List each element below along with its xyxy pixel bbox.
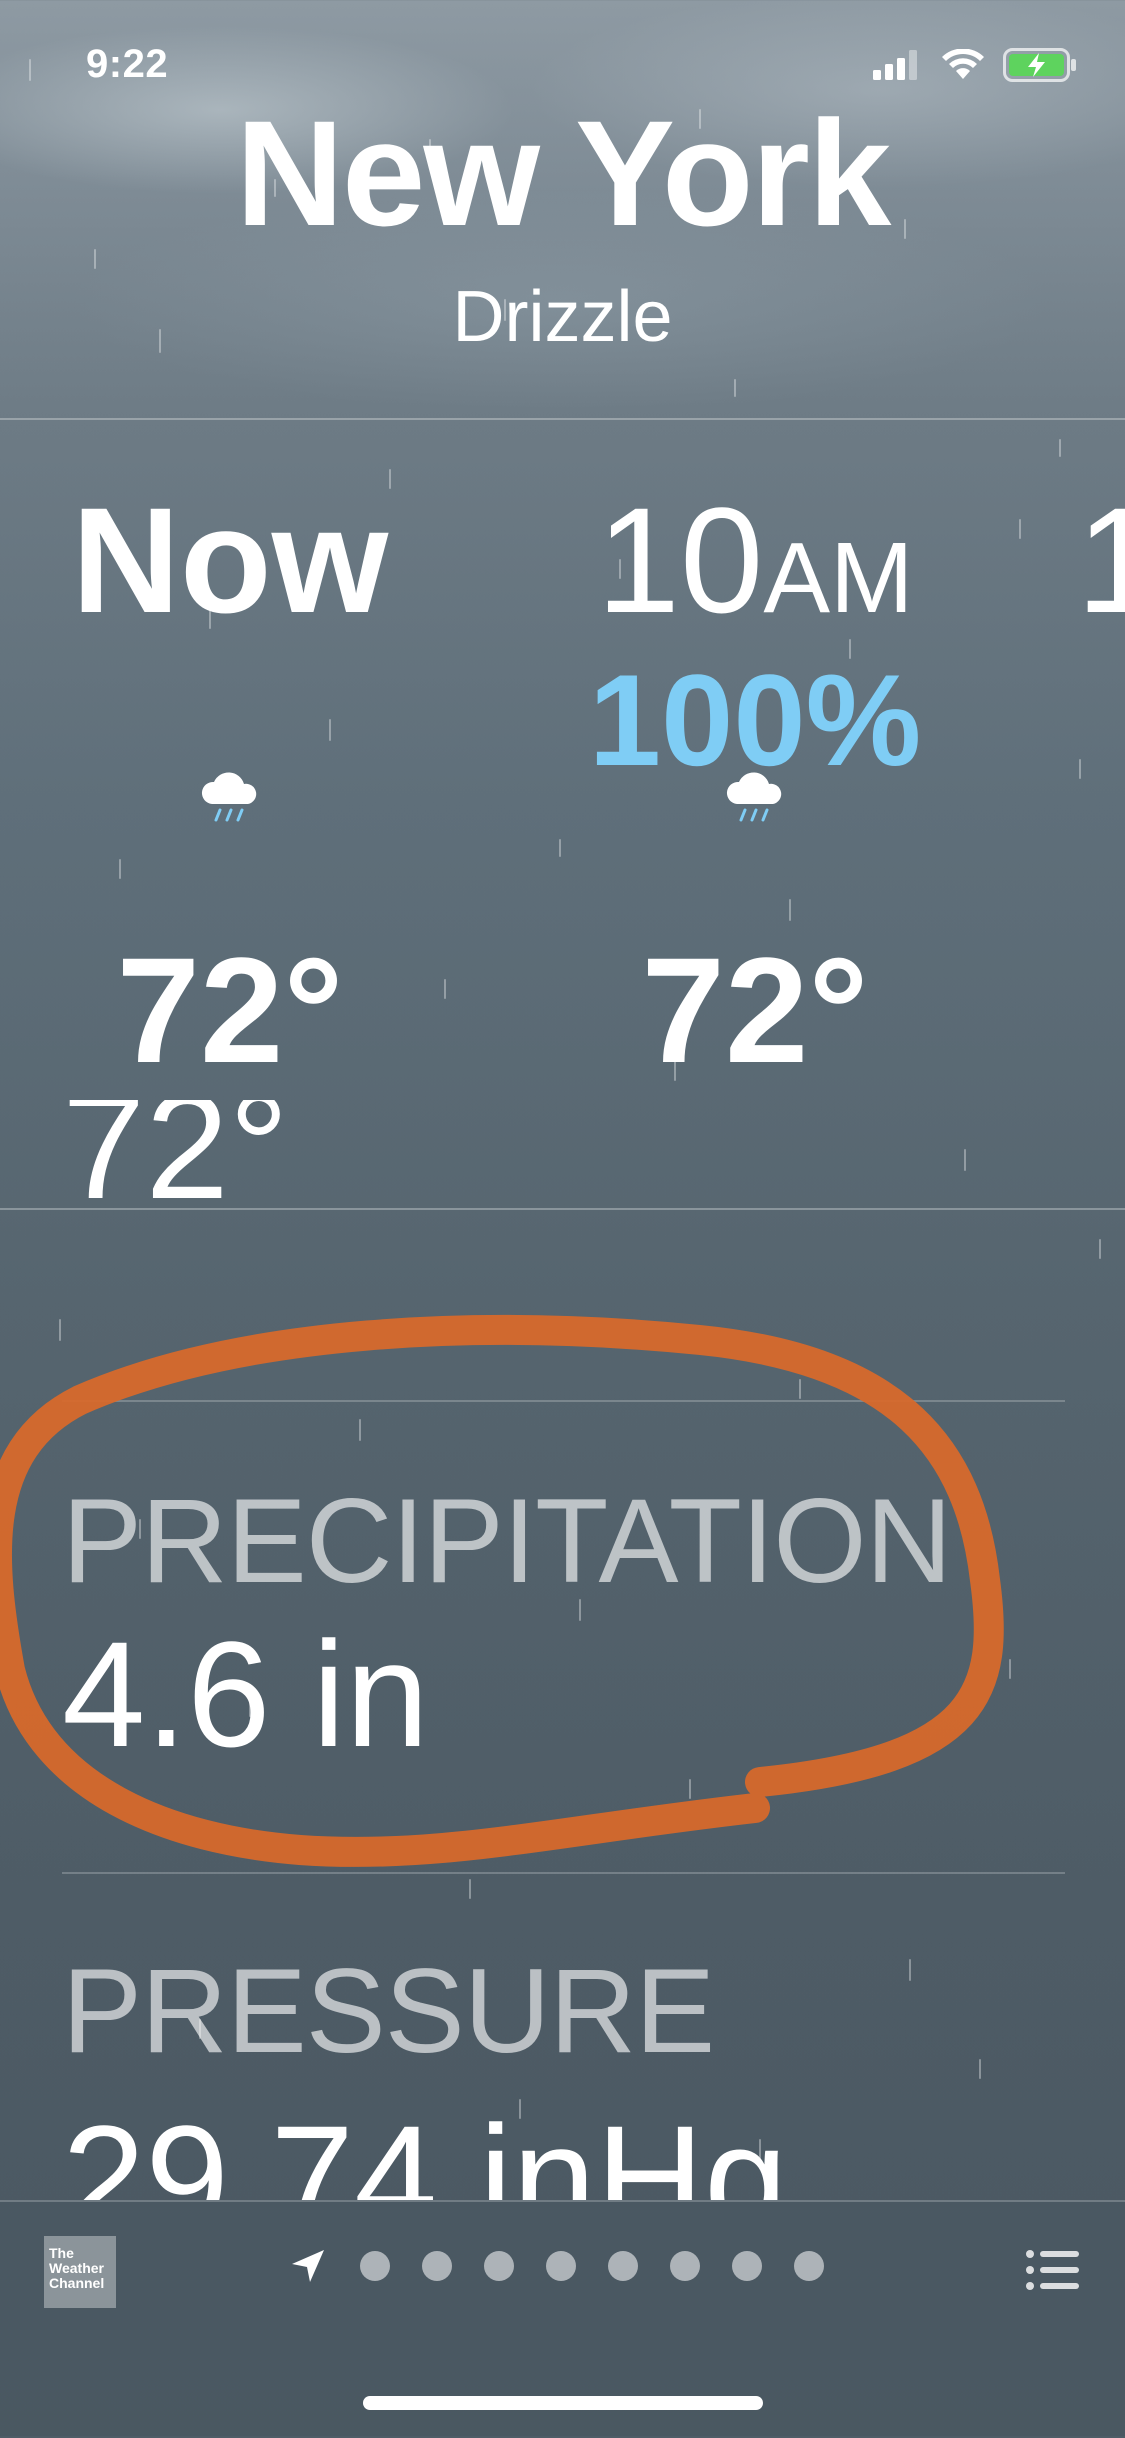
rain-cloud-icon	[726, 772, 782, 822]
page-dot[interactable]	[546, 2251, 576, 2281]
hourly-item-10am: 10AM 100% 72°	[565, 420, 945, 1210]
precipitation-label: PRECIPITATION	[62, 1474, 952, 1608]
pressure-label: PRESSURE	[62, 1944, 715, 2078]
hour-label: 1	[928, 480, 1125, 640]
wifi-icon	[942, 49, 984, 79]
precip-probability: 100%	[588, 647, 922, 793]
hour-label: Now	[40, 480, 420, 640]
status-time: 9:22	[86, 42, 169, 86]
logo-line: Channel	[49, 2275, 105, 2291]
logo-line: Weather	[49, 2260, 104, 2276]
list-icon[interactable]	[1025, 2248, 1079, 2292]
page-indicator[interactable]	[288, 2246, 824, 2286]
logo-line: The	[49, 2245, 74, 2261]
page-dot[interactable]	[608, 2251, 638, 2281]
home-indicator[interactable]	[363, 2396, 763, 2410]
city-name: New York	[235, 89, 892, 257]
hour-temp: 72°	[116, 926, 344, 1094]
page-dot[interactable]	[794, 2251, 824, 2281]
hour-icon-wrap	[40, 770, 420, 826]
hour-temp: 72°	[641, 926, 869, 1094]
weather-channel-logo[interactable]: The Weather Channel	[44, 2236, 116, 2308]
hour-icon-wrap	[565, 770, 945, 826]
location-arrow-icon[interactable]	[288, 2246, 328, 2286]
hour-time: 1	[1076, 476, 1125, 644]
pressure-value-clip: 29.74 inHg	[0, 2080, 1125, 2200]
hourly-item-now: Now 72°	[40, 420, 420, 1210]
precipitation-value: 4.6 in	[62, 1610, 429, 1778]
page-dot[interactable]	[360, 2251, 390, 2281]
partial-temp-value: 72°	[62, 1100, 289, 1230]
page-dot[interactable]	[422, 2251, 452, 2281]
hourly-item-next-partial: 1	[928, 420, 1125, 1210]
battery-charging-icon	[1003, 48, 1076, 82]
hour-time: Now	[71, 476, 389, 644]
rain-cloud-icon	[201, 772, 257, 822]
page-dot[interactable]	[732, 2251, 762, 2281]
hour-label: 10AM	[565, 480, 945, 658]
page-dot[interactable]	[484, 2251, 514, 2281]
hour-suffix: AM	[763, 522, 914, 634]
signal-icon	[873, 50, 917, 80]
partial-temperature-row: 72°	[62, 1100, 289, 1288]
page-dot[interactable]	[670, 2251, 700, 2281]
weather-condition: Drizzle	[452, 277, 673, 357]
pressure-value: 29.74 inHg	[62, 2094, 788, 2200]
status-icons	[873, 48, 1077, 82]
row-divider	[62, 1872, 1065, 1874]
hourly-forecast[interactable]: Now 72° 10AM 100% 72° 1	[0, 420, 1125, 1210]
hour-time: 10	[596, 476, 764, 644]
row-divider	[62, 1400, 1065, 1402]
